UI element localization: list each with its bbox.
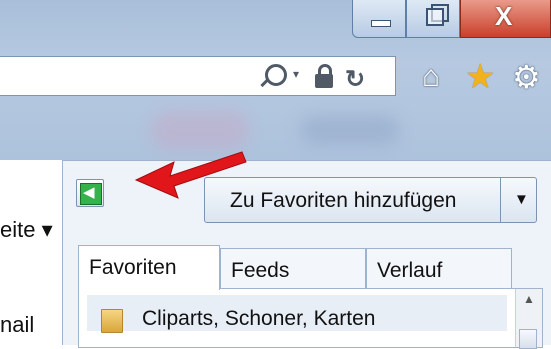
add-to-favorites-button[interactable]: Zu Favoriten hinzufügen ▼ bbox=[204, 177, 537, 223]
page-content-left: eite ▾ nail bbox=[0, 160, 62, 345]
lock-icon[interactable] bbox=[315, 64, 333, 88]
page-link-partial[interactable]: nail bbox=[0, 312, 34, 338]
gear-icon[interactable]: ⚙ bbox=[512, 58, 541, 96]
close-button[interactable]: X bbox=[460, 0, 551, 38]
address-bar-icons: ▾ ↻ bbox=[255, 57, 395, 95]
list-item[interactable]: Cliparts, Schoner, Karten bbox=[87, 295, 507, 333]
scrollbar[interactable]: ▲ bbox=[515, 289, 542, 349]
scroll-thumb[interactable] bbox=[519, 329, 537, 349]
home-icon[interactable]: ⌂ bbox=[422, 60, 440, 94]
maximize-button[interactable] bbox=[406, 0, 460, 38]
favorites-list: Cliparts, Schoner, Karten ▲ bbox=[78, 288, 543, 349]
blurred-background-decor-2 bbox=[300, 115, 400, 145]
minimize-button[interactable] bbox=[352, 0, 406, 38]
pin-favorites-center-button[interactable] bbox=[76, 179, 104, 207]
restore-icon bbox=[426, 8, 444, 26]
list-item-label: Cliparts, Schoner, Karten bbox=[142, 307, 376, 330]
favorites-star-icon[interactable]: ★ bbox=[465, 57, 495, 97]
close-icon: X bbox=[495, 1, 513, 31]
add-to-favorites-dropdown-icon[interactable]: ▼ bbox=[514, 191, 529, 208]
add-to-favorites-label: Zu Favoriten hinzufügen bbox=[230, 189, 457, 212]
pin-to-left-icon bbox=[80, 183, 102, 205]
tab-verlauf[interactable]: Verlauf bbox=[366, 248, 512, 289]
search-icon[interactable] bbox=[265, 64, 287, 86]
tab-feeds[interactable]: Feeds bbox=[220, 248, 366, 289]
split-button-divider bbox=[500, 178, 501, 222]
chevron-down-icon[interactable]: ▾ bbox=[293, 67, 299, 81]
tab-favoriten[interactable]: Favoriten bbox=[78, 245, 220, 290]
annotation-arrow-icon bbox=[134, 151, 247, 199]
minimize-icon bbox=[371, 20, 391, 27]
address-bar[interactable]: ▾ ↻ bbox=[0, 56, 396, 96]
favorites-tabs: Favoriten Feeds Verlauf bbox=[78, 243, 548, 290]
refresh-icon[interactable]: ↻ bbox=[345, 65, 365, 94]
page-menu-partial[interactable]: eite ▾ bbox=[0, 217, 53, 243]
window-frame: X ▾ ↻ ⌂ ★ ⚙ bbox=[0, 0, 551, 160]
folder-icon bbox=[101, 309, 123, 333]
scroll-up-icon[interactable]: ▲ bbox=[523, 292, 535, 306]
